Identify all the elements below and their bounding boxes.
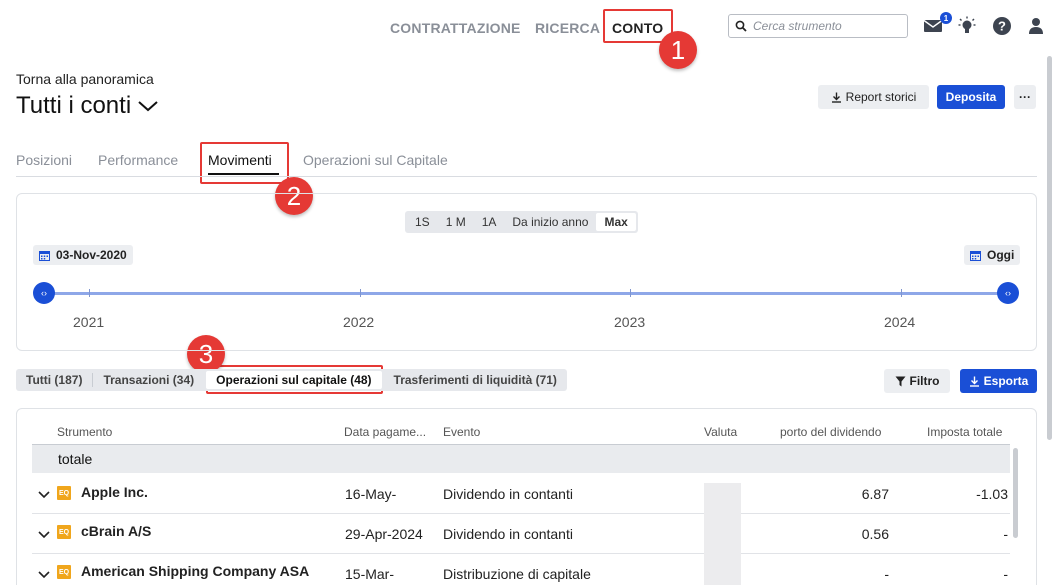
download-icon (969, 376, 979, 387)
total-tax: -1.03 (976, 486, 1008, 502)
year-label: 2024 (884, 314, 916, 330)
deposit-button[interactable]: Deposita (937, 85, 1005, 109)
timeline-start-handle[interactable]: ‹› (33, 282, 55, 304)
payment-date: 29-Apr-2024 (345, 526, 423, 542)
instrument-name[interactable]: cBrain A/S (81, 523, 151, 539)
tab-performance[interactable]: Performance (98, 152, 178, 168)
event-type: Dividendo in contanti (443, 526, 573, 542)
help-icon[interactable]: ? (992, 16, 1012, 36)
currency-redacted (704, 514, 741, 554)
column-header-strumento[interactable]: Strumento (57, 425, 112, 439)
active-tab-indicator (208, 173, 279, 175)
calendar-icon (970, 250, 981, 261)
dividend-amount: 0.56 (861, 526, 889, 542)
total-tax: - (1003, 566, 1008, 582)
instrument-name[interactable]: Apple Inc. (81, 484, 148, 500)
year-label: 2021 (73, 314, 105, 330)
year-label: 2023 (614, 314, 646, 330)
lightbulb-icon[interactable] (957, 16, 977, 36)
total-row: totale (32, 445, 1010, 473)
dividend-amount: - (884, 566, 889, 582)
range-1m[interactable]: 1 M (438, 213, 474, 231)
pill-tutti[interactable]: Tutti (187) (16, 369, 92, 391)
tab-operazioni-capitale[interactable]: Operazioni sul Capitale (303, 152, 448, 168)
table-row[interactable]: EQ Apple Inc. 16-May- Dividendo in conta… (32, 474, 1010, 523)
top-navigation: CONTRATTAZIONE RICERCA CONTO 1 ? (0, 0, 1061, 56)
range-1s[interactable]: 1S (407, 213, 438, 231)
user-icon[interactable] (1026, 16, 1046, 36)
svg-text:?: ? (998, 19, 1006, 34)
chevron-down-icon[interactable] (38, 571, 50, 579)
pill-transazioni[interactable]: Transazioni (34) (93, 369, 204, 391)
step-marker-1: 1 (659, 31, 697, 69)
tab-posizioni[interactable]: Posizioni (16, 152, 72, 168)
timeline-tick (630, 289, 631, 297)
page-scrollbar[interactable] (1047, 56, 1052, 440)
start-date-chip[interactable]: 03-Nov-2020 (33, 245, 133, 265)
pill-trasferimenti[interactable]: Trasferimenti di liquidità (71) (384, 369, 567, 391)
column-header-imposta-totale[interactable]: Imposta totale (927, 425, 1002, 439)
filter-icon (895, 376, 905, 386)
account-tabs: Posizioni Performance Movimenti Operazio… (16, 150, 1037, 177)
instrument-name[interactable]: American Shipping Company ASA (81, 563, 309, 579)
year-label: 2022 (343, 314, 375, 330)
timeline-track[interactable] (44, 292, 1008, 295)
more-options-button[interactable]: ··· (1014, 85, 1036, 109)
range-max[interactable]: Max (596, 213, 636, 231)
chevron-down-icon[interactable] (38, 531, 50, 539)
payment-date: 15-Mar- (345, 566, 395, 582)
column-header-evento[interactable]: Evento (443, 425, 480, 439)
end-date-label: Oggi (987, 248, 1015, 262)
table-scrollbar[interactable] (1013, 448, 1018, 538)
event-type: Distribuzione di capitale (443, 566, 591, 582)
dividend-amount: 6.87 (861, 486, 889, 502)
search-input[interactable] (753, 19, 893, 33)
search-box[interactable] (728, 14, 908, 38)
column-header-data-pagamento[interactable]: Data pagame... (344, 425, 426, 439)
filter-button[interactable]: Filtro (884, 369, 950, 393)
end-date-chip[interactable]: Oggi (964, 245, 1021, 265)
timeline-end-handle[interactable]: ‹› (997, 282, 1019, 304)
start-date-label: 03-Nov-2020 (56, 248, 127, 262)
report-historical-button[interactable]: Report storici (818, 85, 929, 109)
chevron-down-icon[interactable] (38, 491, 50, 499)
mail-count-badge: 1 (940, 12, 952, 24)
timeline-tick (360, 289, 361, 297)
page-title: Tutti i conti (16, 92, 132, 119)
nav-contrattazione[interactable]: CONTRATTAZIONE (390, 20, 521, 36)
range-ytd[interactable]: Da inizio anno (504, 213, 596, 231)
event-type: Dividendo in contanti (443, 486, 573, 502)
table-row[interactable]: EQ American Shipping Company ASA 15-Mar-… (32, 554, 1010, 585)
export-label: Esporta (983, 374, 1029, 388)
column-header-valuta[interactable]: Valuta (704, 425, 737, 439)
export-button[interactable]: Esporta (960, 369, 1037, 393)
payment-date: 16-May- (345, 486, 397, 502)
movement-filter-pills: Tutti (187) Transazioni (34) Operazioni … (16, 369, 567, 391)
pill-operazioni-capitale[interactable]: Operazioni sul capitale (48) (206, 371, 382, 389)
currency-redacted (704, 554, 741, 585)
report-label: Report storici (845, 90, 917, 104)
equity-badge: EQ (57, 486, 71, 500)
column-header-importo-dividendo[interactable]: porto del dividendo (780, 425, 881, 439)
range-1a[interactable]: 1A (474, 213, 505, 231)
download-icon (831, 92, 841, 103)
search-icon (735, 20, 747, 32)
total-tax: - (1003, 526, 1008, 542)
tab-movimenti[interactable]: Movimenti (208, 152, 272, 168)
filter-label: Filtro (909, 374, 940, 388)
range-selector: 1S 1 M 1A Da inizio anno Max (405, 211, 638, 233)
timeline-tick (901, 289, 902, 297)
timeline-tick (89, 289, 90, 297)
calendar-icon (39, 250, 50, 261)
back-to-overview-link[interactable]: Torna alla panoramica (16, 71, 154, 87)
account-selector[interactable]: Tutti i conti (16, 92, 159, 120)
total-label: totale (58, 451, 93, 467)
nav-ricerca[interactable]: RICERCA (535, 20, 600, 36)
chevron-down-icon (138, 101, 158, 112)
table-row[interactable]: EQ cBrain A/S 29-Apr-2024 Dividendo in c… (32, 514, 1010, 554)
equity-badge: EQ (57, 565, 71, 579)
equity-badge: EQ (57, 525, 71, 539)
